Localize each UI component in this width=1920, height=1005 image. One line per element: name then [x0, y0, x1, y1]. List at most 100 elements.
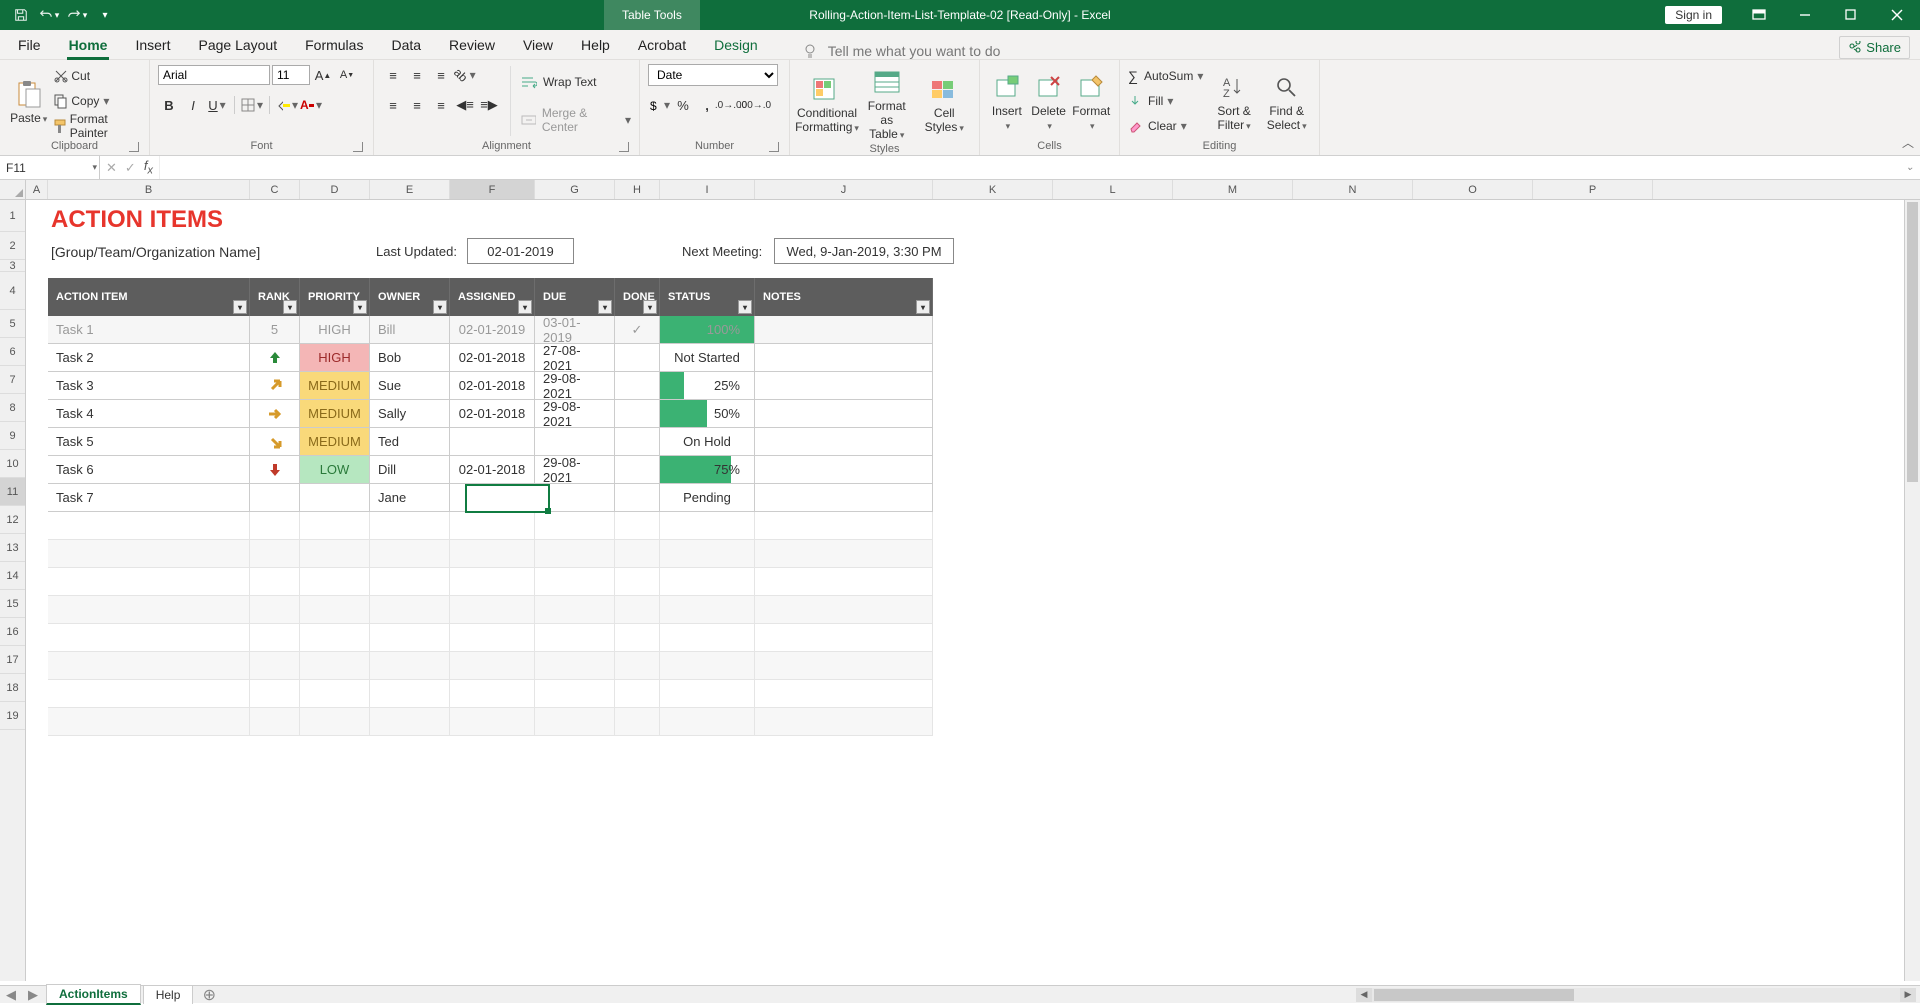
format-cells-button[interactable]: Format▾	[1072, 64, 1111, 138]
table-cell[interactable]	[250, 344, 300, 371]
fill-color-button[interactable]: ▾	[276, 94, 298, 116]
table-row[interactable]	[48, 568, 933, 596]
table-cell[interactable]: Jane	[370, 484, 450, 511]
tab-insert[interactable]: Insert	[121, 31, 184, 59]
table-cell[interactable]	[615, 456, 660, 483]
table-cell[interactable]	[300, 540, 370, 568]
table-cell[interactable]	[370, 540, 450, 568]
filter-dropdown-icon[interactable]: ▾	[916, 300, 930, 314]
clipboard-dialog-launcher-icon[interactable]	[129, 142, 139, 152]
table-cell[interactable]	[660, 512, 755, 540]
table-cell[interactable]: Task 3	[48, 372, 250, 399]
table-cell[interactable]	[535, 624, 615, 652]
table-cell[interactable]: 5	[250, 316, 300, 343]
table-cell[interactable]	[300, 484, 370, 511]
tell-me-search[interactable]: Tell me what you want to do	[802, 43, 1001, 59]
row-header[interactable]: 16	[0, 618, 25, 646]
column-header[interactable]: F	[450, 180, 535, 199]
row-header[interactable]: 10	[0, 450, 25, 478]
name-box[interactable]: F11▾	[0, 156, 100, 179]
fill-button[interactable]: Fill▾	[1128, 90, 1206, 112]
sheet-tab-help[interactable]: Help	[143, 985, 194, 1004]
row-header[interactable]: 5	[0, 310, 25, 338]
table-header[interactable]: NOTES▾	[755, 278, 933, 316]
table-cell[interactable]	[370, 568, 450, 596]
table-cell[interactable]: 29-08-2021	[535, 400, 615, 427]
column-header[interactable]: J	[755, 180, 933, 199]
table-cell[interactable]	[250, 568, 300, 596]
tab-review[interactable]: Review	[435, 31, 509, 59]
table-cell[interactable]	[755, 456, 933, 483]
table-cell[interactable]: Task 2	[48, 344, 250, 371]
insert-function-icon[interactable]: fx	[144, 158, 153, 177]
table-header[interactable]: DUE▾	[535, 278, 615, 316]
table-cell[interactable]	[48, 624, 250, 652]
table-cell[interactable]: 75%	[660, 456, 755, 483]
table-cell[interactable]: Task 5	[48, 428, 250, 455]
table-cell[interactable]	[370, 652, 450, 680]
table-cell[interactable]: 25%	[660, 372, 755, 399]
vertical-scrollbar[interactable]	[1904, 200, 1920, 981]
table-cell[interactable]	[370, 512, 450, 540]
row-header[interactable]: 6	[0, 338, 25, 366]
table-cell[interactable]: Pending	[660, 484, 755, 511]
clear-button[interactable]: Clear▾	[1128, 115, 1206, 137]
table-cell[interactable]	[535, 596, 615, 624]
horizontal-scrollbar[interactable]: ◀ ▶	[1356, 988, 1916, 1002]
merge-center-button[interactable]: Merge & Center▾	[521, 109, 631, 131]
new-sheet-button[interactable]: ⊕	[197, 985, 221, 1005]
row-header[interactable]: 1	[0, 200, 25, 232]
minimize-icon[interactable]	[1782, 0, 1828, 30]
table-cell[interactable]	[615, 372, 660, 399]
table-cell[interactable]	[660, 540, 755, 568]
table-cell[interactable]	[450, 540, 535, 568]
table-cell[interactable]: MEDIUM	[300, 400, 370, 427]
enter-formula-icon[interactable]: ✓	[125, 160, 136, 176]
select-all-corner[interactable]	[0, 180, 25, 200]
table-cell[interactable]	[300, 624, 370, 652]
table-cell[interactable]	[755, 484, 933, 511]
table-cell[interactable]	[48, 652, 250, 680]
underline-button[interactable]: U▾	[206, 94, 228, 116]
table-cell[interactable]	[450, 596, 535, 624]
table-cell[interactable]	[535, 708, 615, 736]
column-header[interactable]: D	[300, 180, 370, 199]
table-cell[interactable]	[615, 512, 660, 540]
table-cell[interactable]: 02-01-2018	[450, 344, 535, 371]
tab-page-layout[interactable]: Page Layout	[184, 31, 291, 59]
table-row[interactable]: Task 15HIGHBill02-01-201903-01-2019✓100%	[48, 316, 933, 344]
tab-acrobat[interactable]: Acrobat	[624, 31, 700, 59]
align-bottom-button[interactable]: ≡	[430, 64, 452, 86]
column-header[interactable]: K	[933, 180, 1053, 199]
table-cell[interactable]	[300, 568, 370, 596]
table-row[interactable]	[48, 624, 933, 652]
table-cell[interactable]: 03-01-2019	[535, 316, 615, 343]
table-cell[interactable]	[660, 680, 755, 708]
table-cell[interactable]	[615, 708, 660, 736]
undo-icon[interactable]: ▾	[36, 3, 62, 27]
scroll-right-icon[interactable]: ▶	[1900, 988, 1916, 1002]
ribbon-display-options-icon[interactable]	[1736, 0, 1782, 30]
table-row[interactable]	[48, 596, 933, 624]
column-header[interactable]: P	[1533, 180, 1653, 199]
row-header[interactable]: 8	[0, 394, 25, 422]
table-cell[interactable]	[615, 680, 660, 708]
autosum-button[interactable]: ∑AutoSum▾	[1128, 65, 1206, 87]
table-cell[interactable]	[300, 708, 370, 736]
table-cell[interactable]	[615, 568, 660, 596]
table-cell[interactable]	[660, 624, 755, 652]
table-cell[interactable]: 02-01-2019	[450, 316, 535, 343]
table-cell[interactable]	[450, 708, 535, 736]
wrap-text-button[interactable]: Wrap Text	[521, 71, 631, 93]
table-cell[interactable]: Task 4	[48, 400, 250, 427]
table-cell[interactable]	[300, 596, 370, 624]
table-row[interactable]: Task 6LOWDill02-01-201829-08-202175%	[48, 456, 933, 484]
table-cell[interactable]	[450, 484, 535, 511]
column-header[interactable]: C	[250, 180, 300, 199]
paste-button[interactable]: Paste▾	[8, 64, 49, 138]
table-cell[interactable]	[48, 680, 250, 708]
column-header[interactable]: A	[26, 180, 48, 199]
formula-bar[interactable]: ⌄	[160, 156, 1920, 179]
filter-dropdown-icon[interactable]: ▾	[283, 300, 297, 314]
table-header[interactable]: ASSIGNED▾	[450, 278, 535, 316]
